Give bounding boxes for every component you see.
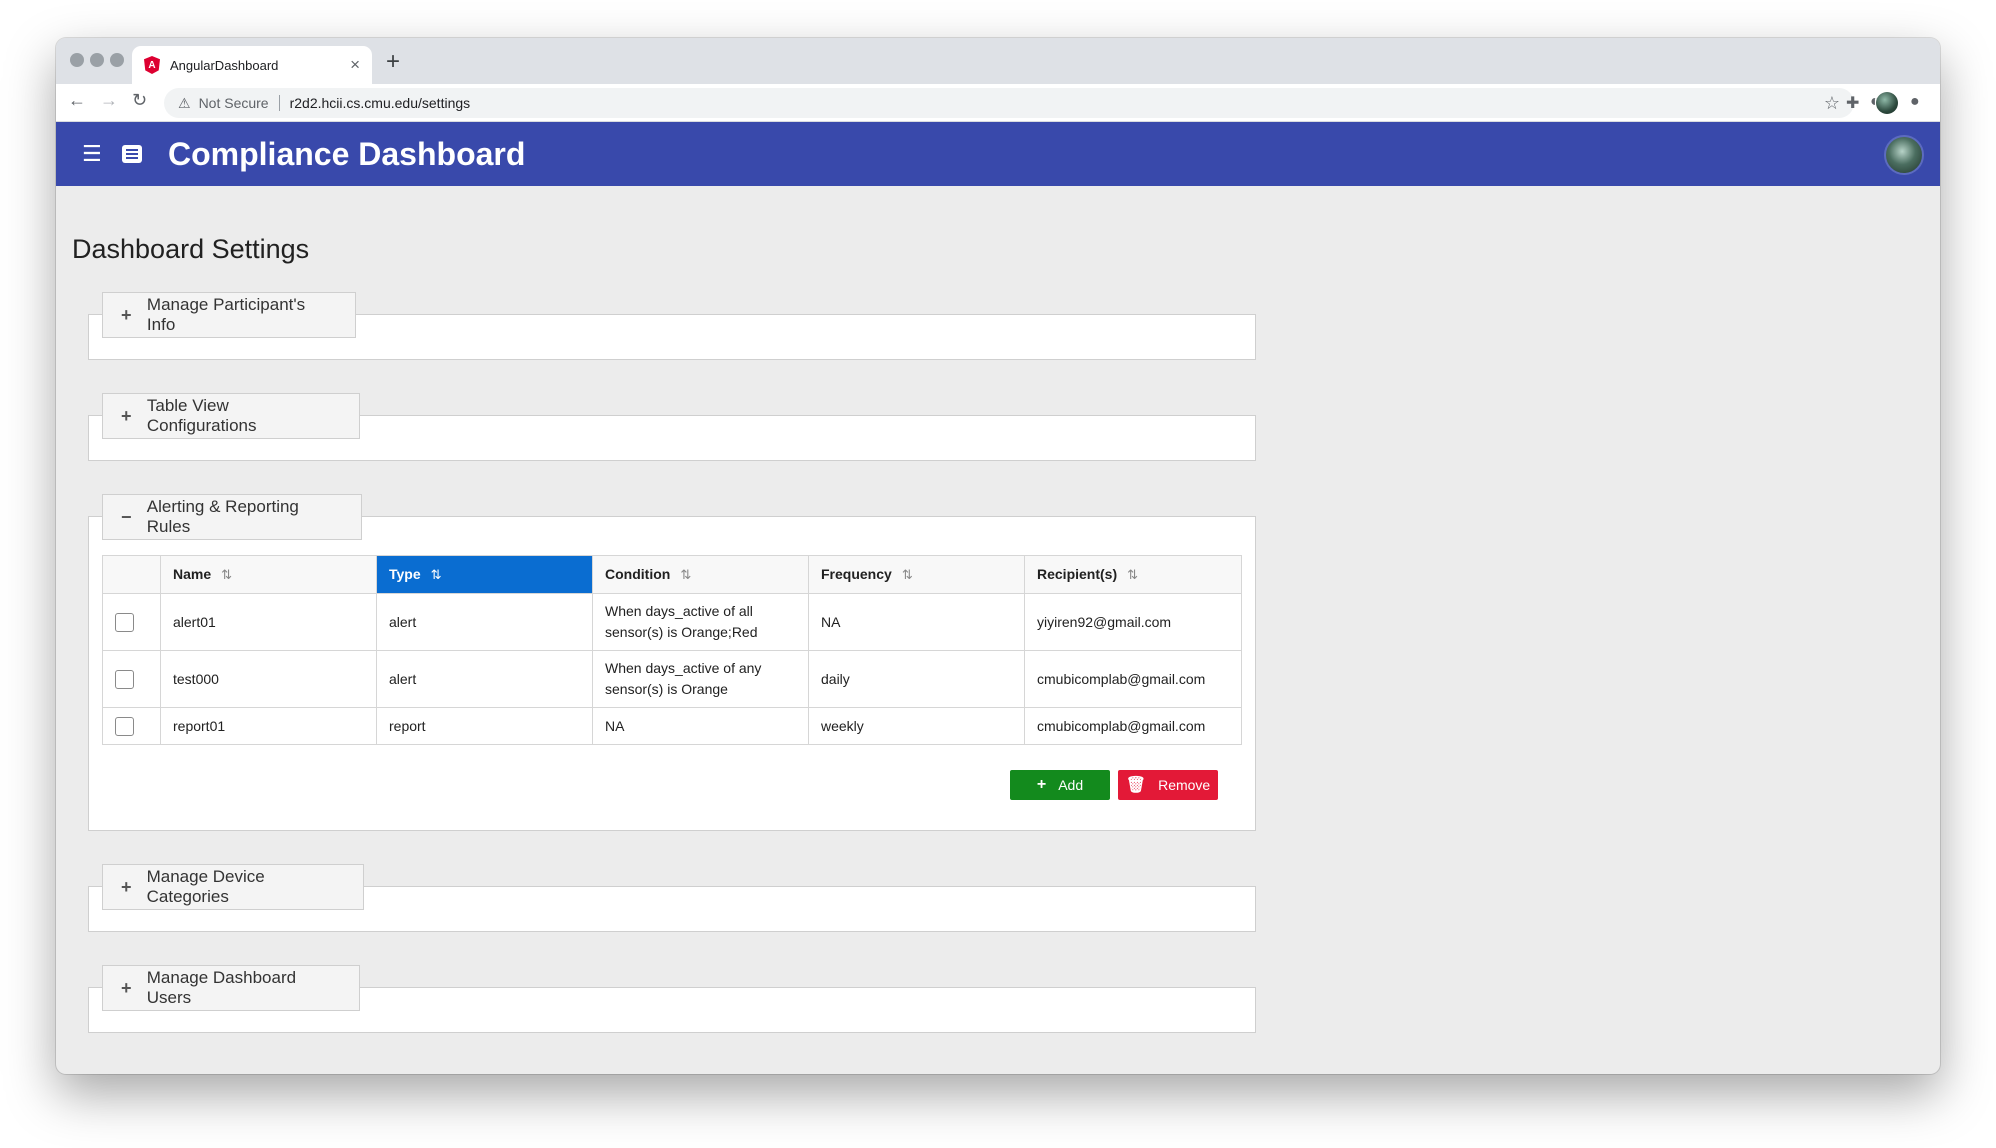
panel-label: Alerting & Reporting Rules: [146, 497, 299, 536]
column-header-name[interactable]: Name ⇅: [160, 555, 377, 594]
row-checkbox[interactable]: [115, 612, 134, 632]
app-title: Compliance Dashboard: [168, 135, 526, 172]
sort-icon: ⇅: [1127, 567, 1139, 582]
new-tab-icon[interactable]: +: [386, 48, 400, 76]
tab-close-icon[interactable]: ×: [350, 55, 360, 75]
settings-content: Dashboard Settings + Manage Participant'…: [56, 186, 1940, 1074]
remove-label: Remove: [1158, 777, 1211, 793]
column-header-type[interactable]: Type ⇅: [376, 555, 593, 594]
maximize-window-icon[interactable]: [110, 53, 124, 67]
browser-toolbar: ← → ↻ ⚠ Not Secure r2d2.hcii.cs.cmu.edu/…: [56, 84, 1940, 122]
minus-icon: −: [121, 506, 132, 527]
panel-label: Table View Configurations: [146, 396, 257, 435]
url-text[interactable]: r2d2.hcii.cs.cmu.edu/settings: [290, 95, 1824, 111]
page-title: Dashboard Settings: [72, 234, 310, 264]
row-select-cell: [102, 650, 161, 708]
table-row[interactable]: test000 alert When days_active of any se…: [102, 650, 1242, 708]
cell-frequency: NA: [808, 593, 1025, 651]
panel-tab-alerting-rules[interactable]: − Alerting & Reporting Rules: [102, 494, 362, 540]
remove-rule-button[interactable]: 🗑 Remove: [1118, 770, 1218, 800]
close-window-icon[interactable]: [70, 53, 84, 67]
sort-ascending-icon: ⇅: [430, 567, 442, 582]
warning-icon: ⚠: [178, 94, 191, 111]
sort-icon: ⇅: [901, 567, 913, 582]
reload-icon[interactable]: ↻: [132, 90, 147, 111]
cell-recipients: cmubicomplab@gmail.com: [1024, 650, 1242, 708]
not-secure-label: Not Secure: [198, 95, 269, 111]
plus-icon: +: [1036, 776, 1047, 793]
table-row[interactable]: report01 report NA weekly cmubicomplab@g…: [102, 707, 1242, 745]
panel-tab-participant-info[interactable]: + Manage Participant's Info: [102, 292, 356, 338]
row-checkbox[interactable]: [115, 669, 134, 689]
cell-name: alert01: [160, 593, 377, 651]
column-header-condition[interactable]: Condition ⇅: [592, 555, 809, 594]
forward-icon[interactable]: →: [100, 90, 118, 111]
plus-icon: +: [121, 876, 132, 897]
chat-icon: [122, 145, 142, 163]
row-checkbox[interactable]: [115, 716, 134, 736]
cell-frequency: daily: [808, 650, 1025, 708]
angular-icon: A: [144, 56, 160, 74]
cell-type: report: [376, 707, 593, 745]
update-icon[interactable]: ●: [1910, 93, 1920, 111]
browser-tab[interactable]: A AngularDashboard ×: [132, 46, 372, 84]
cell-recipients: cmubicomplab@gmail.com: [1024, 707, 1242, 745]
minimize-window-icon[interactable]: [90, 53, 104, 67]
cell-name: test000: [160, 650, 377, 708]
cell-frequency: weekly: [808, 707, 1025, 745]
cell-type: alert: [376, 650, 593, 708]
user-avatar[interactable]: [1884, 135, 1924, 175]
profile-avatar[interactable]: [1876, 92, 1898, 114]
tab-strip: A AngularDashboard × +: [56, 38, 1940, 84]
panel-label: Manage Device Categories: [146, 867, 265, 906]
tab-title: AngularDashboard: [170, 57, 279, 73]
panel-label: Manage Participant's Info: [146, 295, 306, 334]
panel-tab-device-categories[interactable]: + Manage Device Categories: [102, 864, 364, 910]
table-header-row: Name ⇅ Type ⇅ Condition ⇅ Frequency ⇅ Recipi…: [102, 555, 1242, 594]
panel-tab-dashboard-users[interactable]: + Manage Dashboard Users: [102, 965, 360, 1011]
cell-condition: When days_active of all sensor(s) is Ora…: [592, 593, 809, 651]
address-bar[interactable]: ⚠ Not Secure r2d2.hcii.cs.cmu.edu/settin…: [164, 88, 1854, 118]
back-icon[interactable]: ←: [68, 90, 86, 111]
select-column-header: [102, 555, 161, 594]
sort-icon: ⇅: [680, 567, 692, 582]
puzzle-icon[interactable]: ✚: [1846, 93, 1859, 113]
row-select-cell: [102, 593, 161, 651]
trash-icon: 🗑: [1125, 777, 1147, 794]
sort-icon: ⇅: [221, 567, 233, 582]
cell-condition: When days_active of any sensor(s) is Ora…: [592, 650, 809, 708]
row-select-cell: [102, 707, 161, 745]
add-rule-button[interactable]: + Add: [1010, 770, 1110, 800]
column-header-recipients[interactable]: Recipient(s) ⇅: [1024, 555, 1242, 594]
plus-icon: +: [121, 304, 132, 325]
panel-label: Manage Dashboard Users: [146, 968, 297, 1007]
browser-window: A AngularDashboard × + ← → ↻ ⚠ Not Secur…: [56, 38, 1940, 1074]
cell-condition: NA: [592, 707, 809, 745]
plus-icon: +: [121, 405, 132, 426]
rules-table: Name ⇅ Type ⇅ Condition ⇅ Frequency ⇅ Recipi…: [102, 555, 1242, 745]
plus-icon: +: [121, 977, 132, 998]
bookmark-star-icon[interactable]: ☆: [1824, 93, 1840, 114]
hamburger-menu-icon[interactable]: ☰: [82, 141, 104, 167]
cell-type: alert: [376, 593, 593, 651]
app-header: ☰ Compliance Dashboard: [56, 122, 1940, 186]
cell-name: report01: [160, 707, 377, 745]
cell-recipients: yiyiren92@gmail.com: [1024, 593, 1242, 651]
column-header-frequency[interactable]: Frequency ⇅: [808, 555, 1025, 594]
add-label: Add: [1058, 777, 1084, 793]
table-row[interactable]: alert01 alert When days_active of all se…: [102, 593, 1242, 651]
divider: [278, 95, 280, 111]
panel-tab-table-view[interactable]: + Table View Configurations: [102, 393, 360, 439]
